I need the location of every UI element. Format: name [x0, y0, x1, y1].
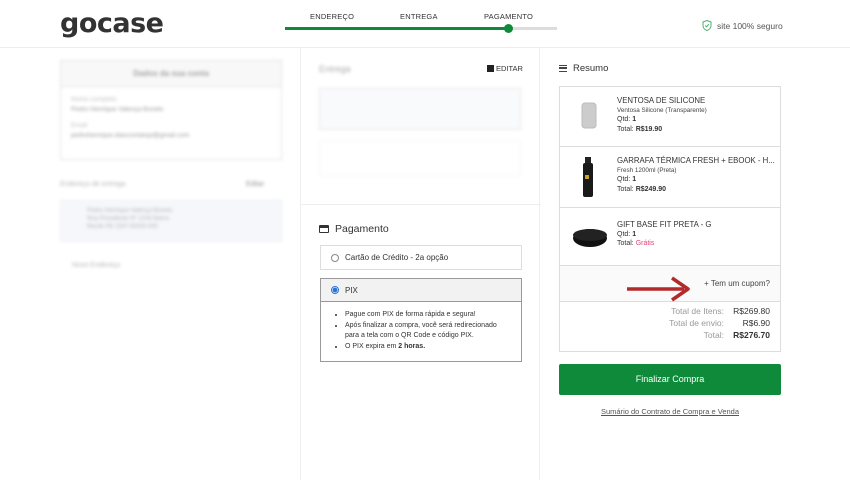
account-box: Dados da sua conta Nome completo Pedro H… [60, 60, 282, 160]
shipping-value: R$6.90 [742, 318, 770, 328]
item-name: VENTOSA DE SILICONE [617, 96, 706, 105]
name-value: Pedro Henrique Valença Bonelo [71, 106, 164, 113]
payment-header: Pagamento [319, 223, 389, 235]
progress-fill [285, 27, 509, 30]
suction-cup-image [581, 102, 597, 129]
item-name: GIFT BASE FIT PRETA - G [617, 220, 712, 229]
coupon-row: + Tem um cupom? [560, 266, 780, 302]
arrow-annotation [627, 276, 690, 302]
edit-label: EDITAR [496, 64, 523, 73]
progress-current-dot [503, 24, 513, 33]
delivery-title: Entrega [319, 64, 351, 74]
address-card[interactable]: Pedro Henrique Valença Bonelo Rua Presid… [60, 200, 282, 242]
shield-icon [702, 20, 712, 31]
pix-info-list: Pague com PIX de forma rápida e segura! … [321, 302, 521, 361]
item-total: Total: R$249.90 [617, 185, 667, 193]
item-qty: Qtd: 1 [617, 116, 637, 123]
summary-column: Resumo VENTOSA DE SILICONE Ventosa Silic… [540, 48, 850, 480]
coupon-link[interactable]: + Tem um cupom? [704, 279, 770, 288]
item-total: Total: R$19.90 [617, 125, 663, 133]
items-total-label: Total de Itens: [671, 306, 724, 316]
thermal-bottle-image [583, 157, 593, 197]
item-variant: Fresh 1200ml (Preta) [617, 166, 677, 174]
cart-item: VENTOSA DE SILICONE Ventosa Silicone (Tr… [560, 87, 780, 147]
cart-item: GIFT BASE FIT PRETA - G Qtd: 1 Total: Gr… [560, 208, 780, 266]
payment-title: Pagamento [335, 223, 389, 235]
name-label: Nome completo [71, 96, 117, 103]
summary-title: Resumo [573, 63, 609, 74]
gift-base-image [573, 229, 607, 247]
delivery-address-label: Endereço de entrega [60, 181, 126, 188]
address-line: Rua Presidente Nº 1234 Bairro [87, 216, 170, 222]
credit-card-label: Cartão de Crédito - 2a opção [345, 253, 449, 262]
item-total: Total: Grátis [617, 240, 655, 247]
finish-purchase-button[interactable]: Finalizar Compra [559, 364, 781, 395]
contract-summary-link[interactable]: Sumário do Contrato de Compra e Venda [559, 407, 781, 416]
address-line: Pedro Henrique Valença Bonelo [87, 208, 173, 214]
list-icon [559, 65, 567, 72]
item-variant: Ventosa Silicone (Transparente) [617, 106, 707, 114]
step-endereco[interactable]: ENDEREÇO [310, 12, 354, 21]
pix-option[interactable]: PIX Pague com PIX de forma rápida e segu… [320, 278, 522, 362]
pix-expire-time: 2 horas. [398, 343, 426, 350]
delivery-option-1[interactable] [319, 88, 521, 130]
order-summary: VENTOSA DE SILICONE Ventosa Silicone (Tr… [559, 86, 781, 352]
payment-section: Pagamento Cartão de Crédito - 2a opção P… [301, 204, 541, 480]
grand-total-label: Total: [703, 330, 724, 340]
item-name: GARRAFA TÉRMICA FRESH + EBOOK - H... [617, 156, 775, 165]
step-entrega[interactable]: ENTREGA [400, 12, 438, 21]
credit-card-radio[interactable] [331, 253, 339, 262]
edit-icon [487, 65, 494, 72]
summary-header: Resumo [559, 63, 608, 74]
shipping-label: Total de envio: [669, 318, 724, 328]
new-address-link[interactable]: Novo Endereço [72, 262, 120, 269]
email-label: Email [71, 122, 88, 129]
credit-card-icon [319, 225, 329, 233]
pix-expire-text: O PIX expira em [345, 343, 399, 350]
checkout-steps: ENDEREÇO ENTREGA PAGAMENTO [285, 12, 557, 42]
delivery-option-2[interactable] [319, 140, 521, 176]
step-pagamento: PAGAMENTO [484, 12, 534, 21]
totals: Total de Itens: R$269.80 Total de envio: R… [560, 305, 770, 341]
pix-radio[interactable] [331, 286, 339, 294]
cart-item: GARRAFA TÉRMICA FRESH + EBOOK - H... Fre… [560, 147, 780, 208]
delivery-edit-link[interactable]: Editar [246, 181, 264, 188]
items-total-value: R$269.80 [733, 306, 770, 316]
email-value: pedrohenrique.diascontatopi@gmail.com [71, 132, 190, 139]
secure-site-badge: site 100% seguro [702, 20, 783, 31]
item-qty: Qtd: 1 [617, 230, 637, 238]
payment-column: Entrega EDITAR Pagamento Cartão de Crédi… [300, 48, 541, 480]
secure-text: site 100% seguro [717, 20, 783, 31]
grand-total-value: R$276.70 [733, 330, 770, 340]
account-title: Dados da sua conta [61, 61, 281, 87]
pix-info-item: O PIX expira em 2 horas. [345, 342, 511, 352]
gocase-logo[interactable]: gocase [60, 8, 164, 39]
account-column: Dados da sua conta Nome completo Pedro H… [0, 48, 300, 480]
pix-info-item: Após finalizar a compra, você será redir… [345, 321, 511, 341]
header: gocase ENDEREÇO ENTREGA PAGAMENTO site 1… [0, 0, 850, 48]
pix-info-item: Pague com PIX de forma rápida e segura! [345, 310, 511, 320]
item-qty: Qtd: 1 [617, 176, 637, 183]
pix-label: PIX [345, 285, 358, 295]
address-line: Recife PE CEP 50000-000 [87, 224, 158, 230]
edit-delivery-button[interactable]: EDITAR [487, 64, 523, 73]
credit-card-option[interactable]: Cartão de Crédito - 2a opção [320, 245, 522, 270]
